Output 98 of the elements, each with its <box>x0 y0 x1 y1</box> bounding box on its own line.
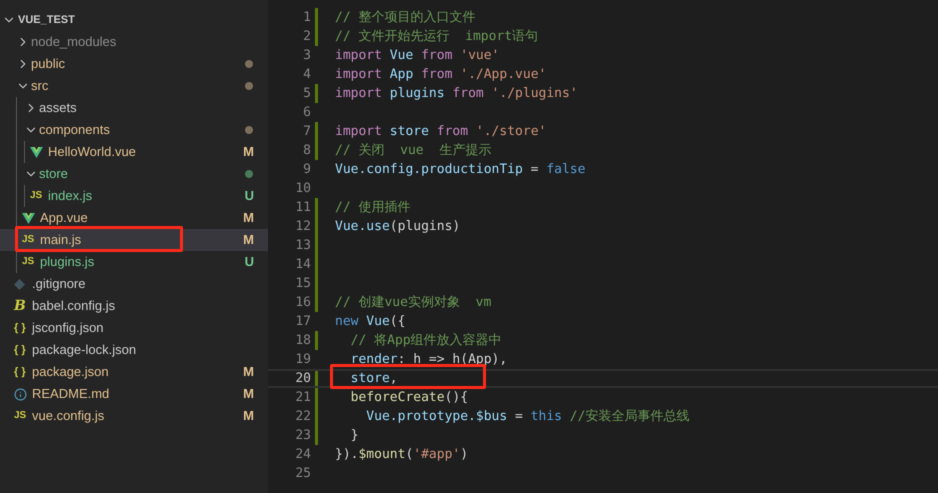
line-number: 11 <box>294 198 311 217</box>
file-row[interactable]: HelloWorld.vue M <box>0 141 268 163</box>
folder-row[interactable]: node_modules <box>0 31 268 53</box>
code-text: beforeCreate(){ <box>350 388 468 407</box>
file-name: plugins.js <box>40 253 94 272</box>
code-text: // 创建vue实例对象 vm <box>335 294 492 312</box>
line-number: 10 <box>294 180 311 198</box>
line-number: 3 <box>302 46 311 65</box>
folder-row[interactable]: store <box>0 163 268 185</box>
file-name: HelloWorld.vue <box>48 143 136 162</box>
line-number: 12 <box>294 218 311 236</box>
file-row[interactable]: { } jsconfig.json <box>0 317 268 339</box>
file-name: .gitignore <box>32 275 86 294</box>
line-number: 18 <box>294 332 311 350</box>
file-name: App.vue <box>40 209 88 228</box>
file-row[interactable]: JS vue.config.js M <box>0 405 268 427</box>
file-row[interactable]: JS index.js U <box>0 185 268 207</box>
code-text: import Vue from 'vue' <box>335 46 500 65</box>
file-row[interactable]: { } package.json M <box>0 361 268 383</box>
file-name: src <box>31 77 48 96</box>
code-text: import App from './App.vue' <box>335 66 546 84</box>
file-name: main.js <box>40 231 82 250</box>
line-number: 7 <box>302 122 311 141</box>
git-status-letter: M <box>243 407 254 426</box>
file-name: index.js <box>48 187 92 206</box>
js-file-icon: JS <box>14 411 26 421</box>
file-row[interactable]: .gitignore <box>0 273 268 295</box>
code-text: Vue.prototype.$bus = this //安装全局事件总线 <box>365 408 690 426</box>
git-status-letter: M <box>243 231 254 250</box>
js-file-icon: JS <box>30 191 42 201</box>
line-number: 15 <box>294 274 311 293</box>
line-number: 16 <box>294 294 311 312</box>
git-status-letter: U <box>244 253 254 272</box>
line-number: 13 <box>294 236 311 255</box>
file-row[interactable]: README.md M <box>0 383 268 405</box>
code-text: // 关闭 vue 生产提示 <box>335 142 492 160</box>
file-name: assets <box>39 99 77 118</box>
line-number: 20 <box>294 370 311 388</box>
code-text: new Vue({ <box>335 312 406 331</box>
file-name: README.md <box>32 385 110 404</box>
code-text: // 文件开始先运行 import语句 <box>335 28 538 46</box>
code-text: Vue.config.productionTip = false <box>335 160 586 179</box>
json-braces-icon: { } <box>14 366 26 378</box>
line-number: 1 <box>302 8 311 27</box>
code-text: // 整个项目的入口文件 <box>335 8 476 27</box>
file-name: node_modules <box>31 33 116 52</box>
code-text: }).$mount('#app') <box>335 446 468 464</box>
file-row[interactable]: { } package-lock.json <box>0 339 268 361</box>
folder-row[interactable]: assets <box>0 97 268 119</box>
file-name: vue.config.js <box>32 407 104 426</box>
file-name: jsconfig.json <box>32 319 104 338</box>
file-row[interactable]: JS main.js M <box>0 229 268 251</box>
code-text: import plugins from './plugins' <box>335 84 578 103</box>
line-number: 9 <box>302 160 311 179</box>
js-file-icon: JS <box>22 257 34 267</box>
json-braces-icon: { } <box>14 322 26 334</box>
line-number: 19 <box>294 350 311 369</box>
line-number: 8 <box>302 142 311 160</box>
file-name: store <box>39 165 68 184</box>
line-number: 25 <box>294 464 311 483</box>
file-row[interactable]: App.vue M <box>0 207 268 229</box>
file-name: public <box>31 55 65 74</box>
line-number: 24 <box>294 446 311 464</box>
code-text: store, <box>350 370 398 388</box>
line-number: 4 <box>302 66 311 84</box>
line-number: 17 <box>294 312 311 331</box>
line-number: 14 <box>294 256 311 274</box>
git-status-letter: M <box>243 209 254 228</box>
line-number: 5 <box>302 84 311 103</box>
folder-row[interactable]: public <box>0 53 268 75</box>
file-row[interactable]: JS plugins.js U <box>0 251 268 273</box>
git-status-letter: M <box>243 363 254 382</box>
git-status-letter: U <box>244 187 254 206</box>
file-name: components <box>39 121 110 140</box>
folder-row[interactable]: components <box>0 119 268 141</box>
code-text: // 将App组件放入容器中 <box>350 332 502 350</box>
file-name: package.json <box>32 363 109 382</box>
code-text: } <box>350 426 358 445</box>
workspace-header[interactable]: VUE_TEST <box>0 9 268 31</box>
code-text: render: h => h(App), <box>350 350 508 369</box>
line-number: 23 <box>294 426 311 445</box>
line-number: 2 <box>302 28 311 46</box>
json-braces-icon: { } <box>14 344 26 356</box>
babel-file-icon: B <box>14 299 26 313</box>
git-status-letter: M <box>243 143 254 162</box>
file-row[interactable]: B babel.config.js <box>0 295 268 317</box>
line-number: 22 <box>294 408 311 426</box>
code-text: import store from './store' <box>335 122 546 141</box>
code-text: Vue.use(plugins) <box>335 218 460 236</box>
file-name: package-lock.json <box>32 341 136 360</box>
code-text: // 使用插件 <box>335 198 410 217</box>
line-number: 21 <box>294 388 311 407</box>
workspace-title: VUE_TEST <box>18 12 75 28</box>
js-file-icon: JS <box>22 235 34 245</box>
folder-row[interactable]: src <box>0 75 268 97</box>
git-status-letter: M <box>243 385 254 404</box>
line-number: 6 <box>302 104 311 122</box>
file-name: babel.config.js <box>32 297 116 316</box>
